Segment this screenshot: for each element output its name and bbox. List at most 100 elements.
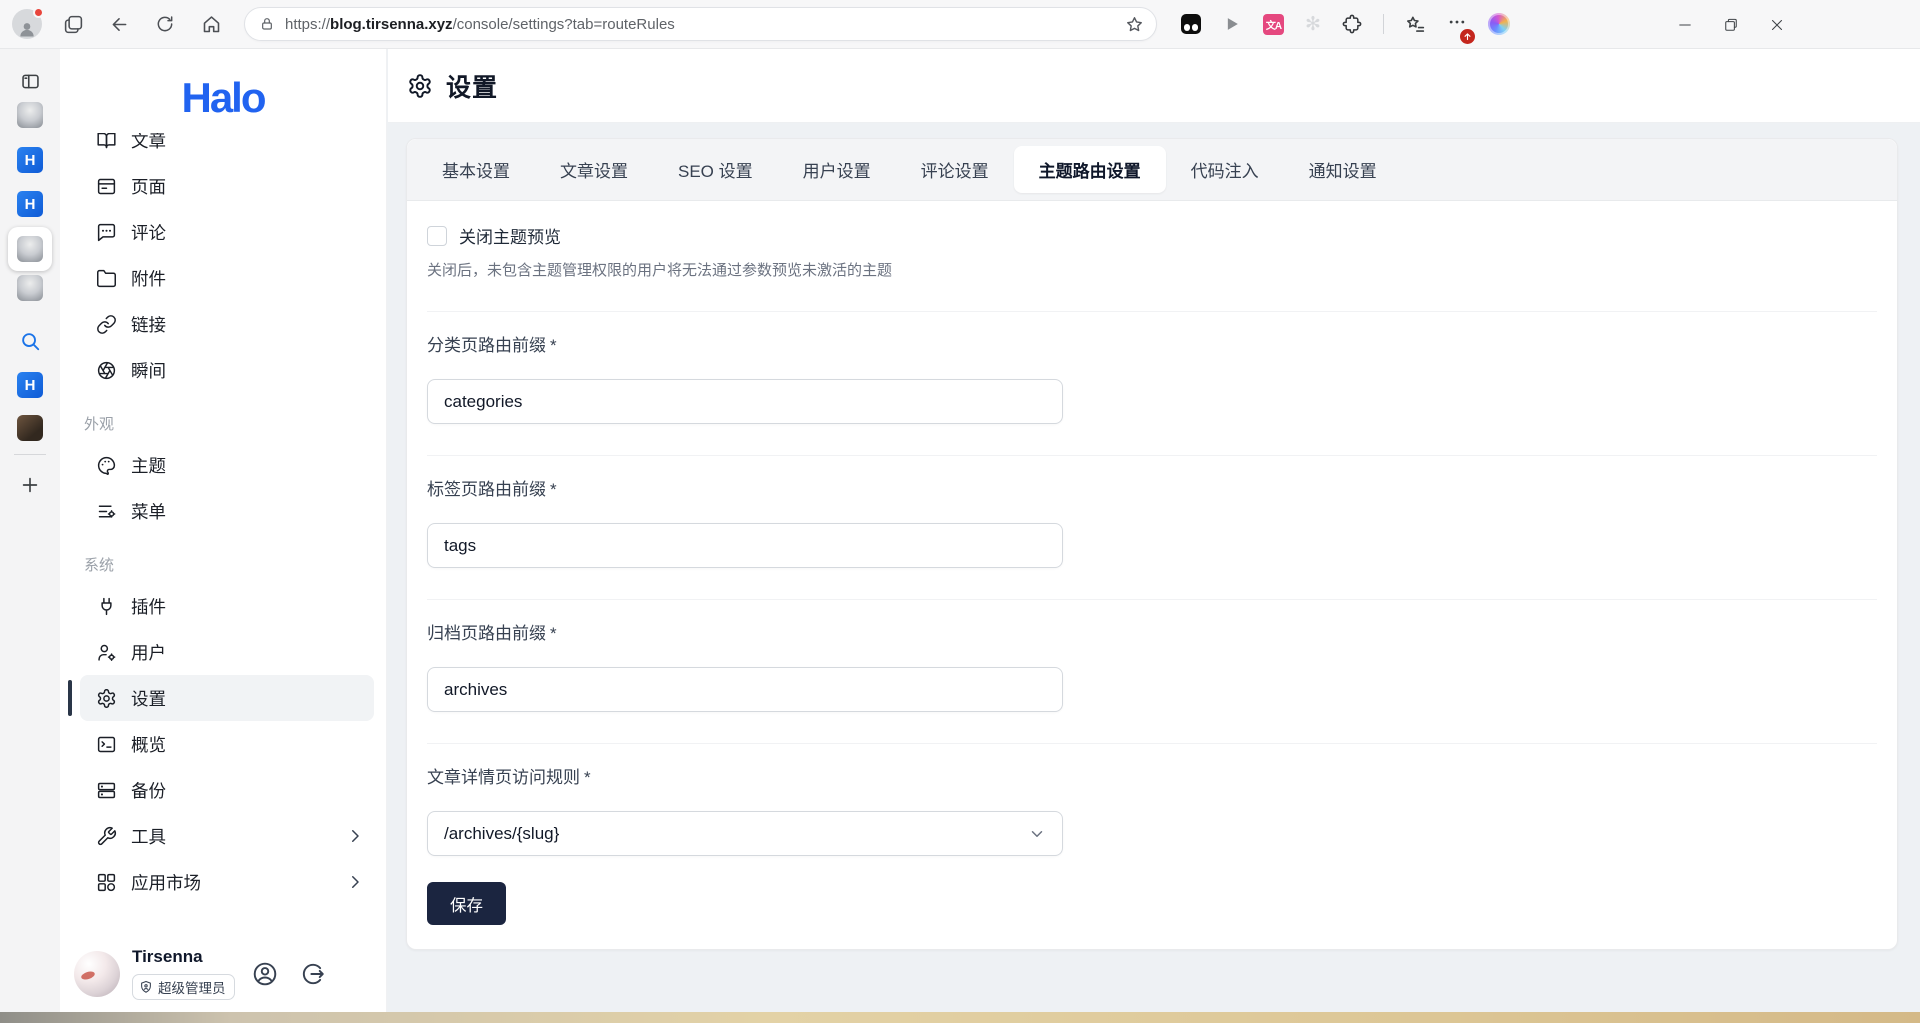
restore-button[interactable] <box>1708 0 1754 49</box>
sidebar-item-页面[interactable]: 页面 <box>80 163 374 209</box>
browser-tab[interactable]: H <box>17 372 43 398</box>
sidebar-item-label: 页面 <box>131 174 166 199</box>
theme-preview-checkbox[interactable] <box>427 226 447 246</box>
sidebar-item-label: 备份 <box>131 778 166 803</box>
person-icon <box>17 19 37 39</box>
tab-主题路由设置[interactable]: 主题路由设置 <box>1014 146 1166 193</box>
close-button[interactable] <box>1754 0 1800 49</box>
logout-icon[interactable] <box>300 961 326 987</box>
browser-tab-active[interactable] <box>8 227 52 271</box>
tab-评论设置[interactable]: 评论设置 <box>896 146 1014 193</box>
profile-icon[interactable] <box>252 961 278 987</box>
sidebar-item-菜单[interactable]: 菜单 <box>80 488 374 534</box>
browser-tab[interactable]: H <box>17 191 43 217</box>
users-gear-icon <box>96 642 117 663</box>
window-controls <box>1662 0 1800 49</box>
sidebar-item-应用市场[interactable]: 应用市场 <box>80 859 374 905</box>
avatar-dark-favicon <box>17 415 43 441</box>
play-extension-icon[interactable] <box>1222 14 1242 34</box>
workspaces-button[interactable] <box>56 7 90 41</box>
tab-panel-toggle[interactable] <box>13 64 47 98</box>
sidebar-item-label: 插件 <box>131 594 166 619</box>
url-domain: blog.tirsenna.xyz <box>330 16 453 33</box>
tab-基本设置[interactable]: 基本设置 <box>417 146 535 193</box>
refresh-button[interactable] <box>148 7 182 41</box>
grid-market-icon <box>96 872 117 893</box>
new-tab-button[interactable] <box>13 468 47 502</box>
extension-faded-icon[interactable]: ✻ <box>1305 15 1321 34</box>
sidebar-item-label: 评论 <box>131 220 166 245</box>
browser-tab[interactable] <box>17 275 43 301</box>
settings-tabbar: 基本设置文章设置SEO 设置用户设置评论设置主题路由设置代码注入通知设置 <box>407 139 1897 201</box>
chevron-down-icon <box>1028 825 1046 843</box>
more-menu-button[interactable] <box>1447 12 1467 37</box>
input-归档页路由前缀[interactable]: archives <box>427 667 1063 712</box>
favorite-star-icon[interactable] <box>1125 15 1144 34</box>
sidebar-item-概览[interactable]: 概览 <box>80 721 374 767</box>
home-icon <box>201 14 222 35</box>
user-profile: Tirsenna 超级管理员 <box>74 947 376 1000</box>
input-标签页路由前缀[interactable]: tags <box>427 523 1063 568</box>
minimize-button[interactable] <box>1662 0 1708 49</box>
sidebar-item-文章[interactable]: 文章 <box>80 133 374 163</box>
avatar-gray-favicon <box>17 236 43 262</box>
favorites-bar-icon[interactable] <box>1405 14 1426 35</box>
home-button[interactable] <box>194 7 228 41</box>
user-actions <box>252 961 326 987</box>
close-icon <box>1768 16 1786 34</box>
palette-icon <box>96 455 117 476</box>
sidebar-item-工具[interactable]: 工具 <box>80 813 374 859</box>
browser-tab[interactable] <box>17 328 43 354</box>
address-bar[interactable]: https://blog.tirsenna.xyz/console/settin… <box>244 7 1157 41</box>
browser-tab[interactable]: H <box>17 147 43 173</box>
settings-gear-icon <box>96 688 117 709</box>
halo-h-favicon: H <box>17 372 43 398</box>
sidebar-item-设置[interactable]: 设置 <box>80 675 374 721</box>
update-badge <box>1460 29 1475 44</box>
tab-代码注入[interactable]: 代码注入 <box>1166 146 1284 193</box>
user-name: Tirsenna <box>132 947 235 967</box>
browser-toolbar: https://blog.tirsenna.xyz/console/settin… <box>0 0 1920 49</box>
workspaces-icon <box>63 14 84 35</box>
back-button[interactable] <box>102 7 136 41</box>
extensions-puzzle-icon[interactable] <box>1342 14 1362 34</box>
sidebar-item-评论[interactable]: 评论 <box>80 209 374 255</box>
tab-文章设置[interactable]: 文章设置 <box>535 146 653 193</box>
required-marker: * <box>584 768 591 787</box>
user-avatar[interactable] <box>74 951 120 997</box>
url-text: https://blog.tirsenna.xyz/console/settin… <box>285 16 675 33</box>
arrow-up-icon <box>1463 32 1472 41</box>
extension-black-icon[interactable] <box>1181 14 1201 34</box>
sidebar-item-label: 设置 <box>131 686 166 711</box>
tab-用户设置[interactable]: 用户设置 <box>778 146 896 193</box>
moment-icon <box>96 360 117 381</box>
sidebar-item-备份[interactable]: 备份 <box>80 767 374 813</box>
sidebar-item-链接[interactable]: 链接 <box>80 301 374 347</box>
sidebar-item-用户[interactable]: 用户 <box>80 629 374 675</box>
back-icon <box>109 14 130 35</box>
sidebar-item-瞬间[interactable]: 瞬间 <box>80 347 374 393</box>
tab-SEO 设置[interactable]: SEO 设置 <box>653 146 778 193</box>
tab-通知设置[interactable]: 通知设置 <box>1284 146 1402 193</box>
plug-icon <box>96 596 117 617</box>
input-分类页路由前缀[interactable]: categories <box>427 379 1063 424</box>
required-marker: * <box>550 624 557 643</box>
shield-icon <box>139 980 153 994</box>
sidebar-item-label: 用户 <box>131 640 166 665</box>
browser-tab[interactable] <box>17 102 43 128</box>
halo-sidebar: Halo 文章页面评论附件链接瞬间外观主题菜单系统插件用户设置概览备份工具应用市… <box>60 49 387 1012</box>
main-content: 设置 基本设置文章设置SEO 设置用户设置评论设置主题路由设置代码注入通知设置 … <box>388 49 1920 1012</box>
browser-profile-button[interactable] <box>12 9 42 39</box>
sidebar-item-插件[interactable]: 插件 <box>80 583 374 629</box>
sidebar-item-附件[interactable]: 附件 <box>80 255 374 301</box>
sidebar-item-主题[interactable]: 主题 <box>80 442 374 488</box>
copilot-icon[interactable] <box>1488 13 1510 35</box>
field-value: /archives/{slug} <box>444 824 559 844</box>
sidebar-nav: 文章页面评论附件链接瞬间外观主题菜单系统插件用户设置概览备份工具应用市场 <box>68 133 378 916</box>
select-文章详情页访问规则[interactable]: /archives/{slug} <box>427 811 1063 856</box>
save-button[interactable]: 保存 <box>427 882 506 925</box>
translate-extension-icon[interactable]: 文A <box>1263 14 1284 35</box>
halo-logo[interactable]: Halo <box>181 74 264 122</box>
browser-tab[interactable] <box>17 415 43 441</box>
required-marker: * <box>550 336 557 355</box>
